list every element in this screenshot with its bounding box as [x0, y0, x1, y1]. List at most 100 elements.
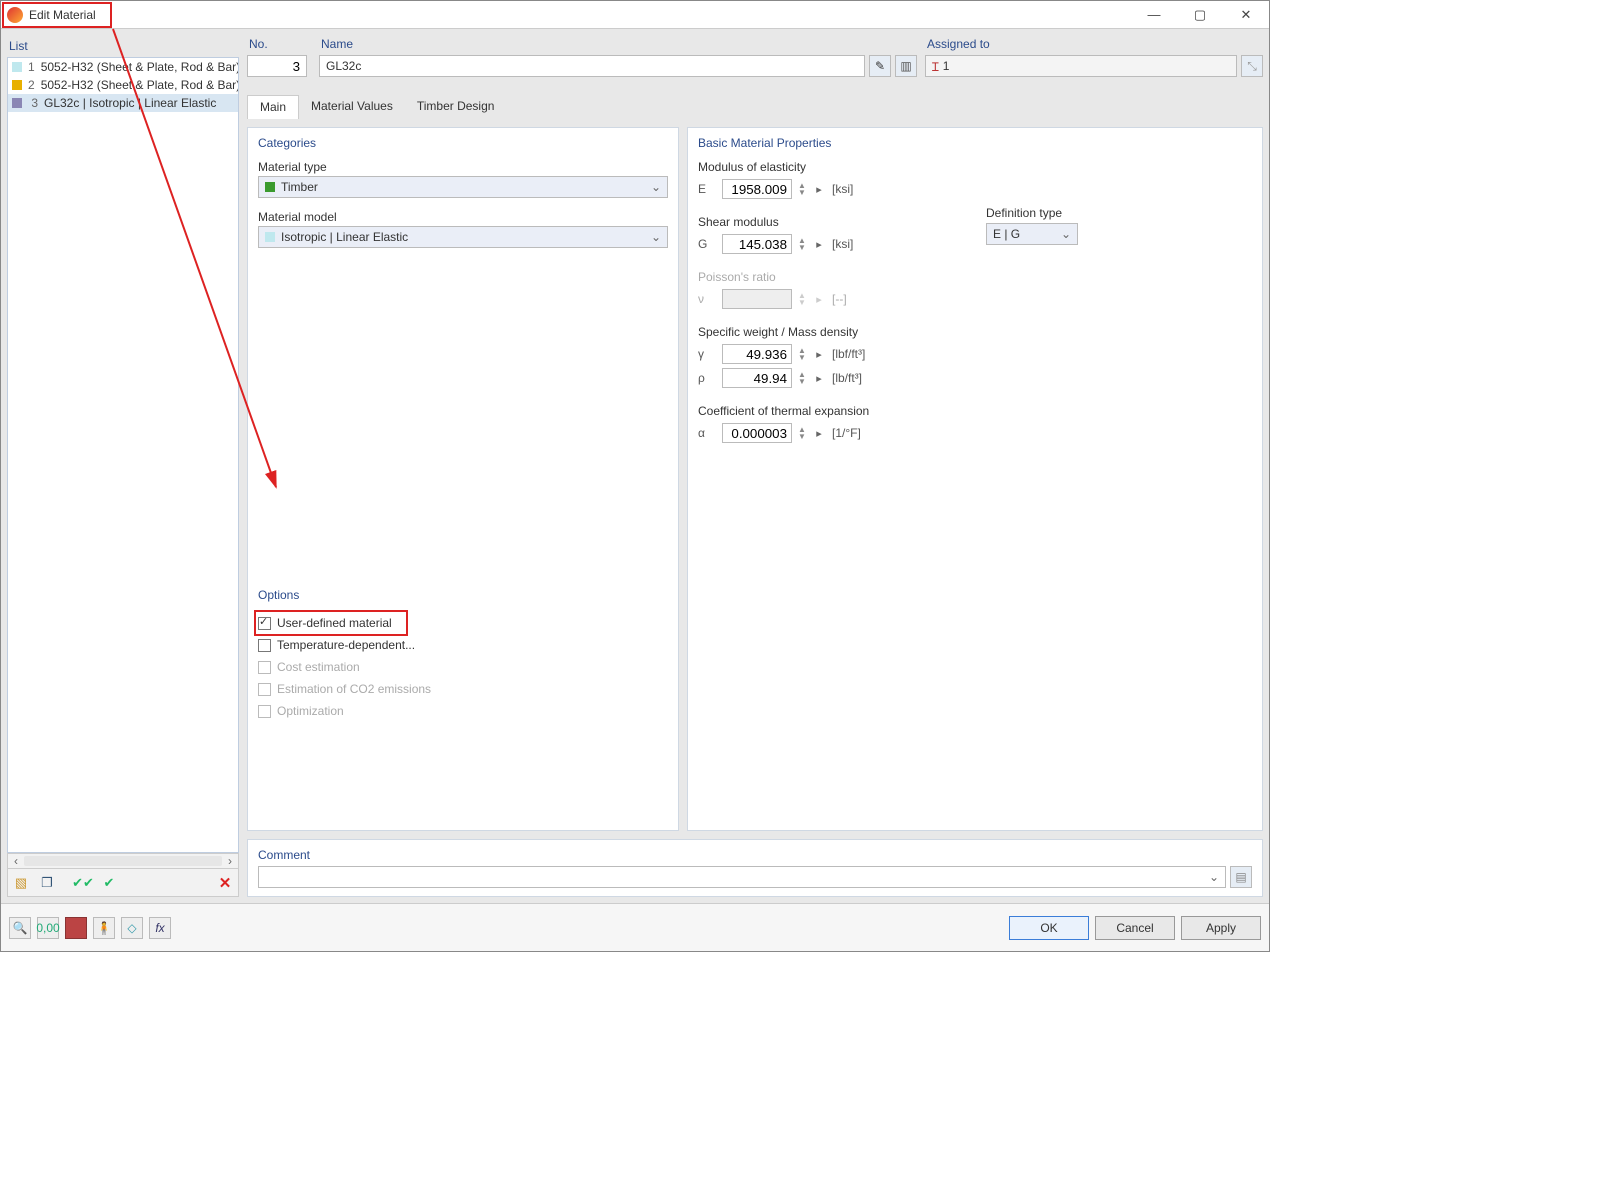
alpha-symbol: α — [698, 426, 718, 440]
name-input[interactable]: GL32c — [319, 55, 865, 77]
user-defined-checkbox[interactable] — [258, 617, 271, 630]
density-input[interactable] — [722, 368, 792, 388]
view-button[interactable]: ◇ — [121, 917, 143, 939]
ok-button[interactable]: OK — [1009, 916, 1089, 940]
list-index: 2 — [28, 78, 35, 92]
chevron-down-icon: ⌄ — [651, 230, 661, 244]
shear-input[interactable] — [722, 234, 792, 254]
horizontal-scrollbar[interactable]: ‹ › — [7, 853, 239, 869]
thermal-input[interactable] — [722, 423, 792, 443]
rho-symbol: ρ — [698, 371, 718, 385]
rho-unit: [lb/ft³] — [832, 371, 862, 385]
pick-assigned-button[interactable]: ⤡ — [1241, 55, 1263, 77]
co2-label: Estimation of CO2 emissions — [277, 682, 431, 696]
scroll-left-icon[interactable]: ‹ — [8, 854, 24, 868]
list-item-label: GL32c | Isotropic | Linear Elastic — [44, 96, 216, 110]
color-swatch-icon — [12, 98, 22, 108]
color-swatch-icon — [12, 62, 22, 72]
copy-item-button[interactable]: ❐ — [36, 872, 58, 894]
color-button[interactable] — [65, 917, 87, 939]
gamma-symbol: γ — [698, 347, 718, 361]
e-unit: [ksi] — [832, 182, 853, 196]
optimization-checkbox — [258, 705, 271, 718]
comment-label: Comment — [258, 848, 1252, 862]
minimize-button[interactable]: — — [1131, 1, 1177, 29]
temperature-checkbox[interactable] — [258, 639, 271, 652]
check-all-button[interactable]: ✔✔ — [72, 872, 94, 894]
app-icon — [7, 7, 23, 23]
specific-weight-input[interactable] — [722, 344, 792, 364]
link-icon: ▸ — [812, 293, 826, 306]
material-model-select[interactable]: Isotropic | Linear Elastic ⌄ — [258, 226, 668, 248]
material-model-value: Isotropic | Linear Elastic — [281, 230, 408, 244]
optimization-label: Optimization — [277, 704, 344, 718]
check-single-button[interactable]: ✔ — [98, 872, 120, 894]
scroll-track[interactable] — [24, 856, 222, 866]
stepper-icon[interactable]: ▲▼ — [796, 344, 808, 364]
v-symbol: ν — [698, 292, 718, 306]
chevron-down-icon: ⌄ — [1061, 227, 1071, 241]
material-type-label: Material type — [258, 160, 668, 174]
tab-main[interactable]: Main — [247, 95, 299, 119]
material-type-select[interactable]: Timber ⌄ — [258, 176, 668, 198]
delete-item-button[interactable]: ✕ — [214, 872, 236, 894]
user-defined-checkbox-row[interactable]: User-defined material — [258, 612, 668, 634]
stepper-icon[interactable]: ▲▼ — [796, 368, 808, 388]
definition-type-label: Definition type — [986, 206, 1274, 220]
units-button[interactable]: 0,00 — [37, 917, 59, 939]
apply-button[interactable]: Apply — [1181, 916, 1261, 940]
co2-checkbox-row: Estimation of CO2 emissions — [258, 678, 668, 700]
model-swatch-icon — [265, 232, 275, 242]
link-icon[interactable]: ▸ — [812, 183, 826, 196]
tab-timber-design[interactable]: Timber Design — [405, 95, 507, 119]
definition-type-select[interactable]: E | G ⌄ — [986, 223, 1078, 245]
scroll-right-icon[interactable]: › — [222, 854, 238, 868]
stepper-icon[interactable]: ▲▼ — [796, 423, 808, 443]
modulus-input[interactable] — [722, 179, 792, 199]
categories-title: Categories — [258, 136, 668, 150]
link-icon[interactable]: ▸ — [812, 238, 826, 251]
options-title: Options — [258, 588, 668, 602]
no-input[interactable] — [247, 55, 307, 77]
definition-type-value: E | G — [993, 227, 1020, 241]
list-index: 3 — [28, 96, 38, 110]
chevron-down-icon: ⌄ — [651, 180, 661, 194]
v-unit: [--] — [832, 292, 847, 306]
modulus-label: Modulus of elasticity — [698, 160, 958, 174]
e-symbol: E — [698, 182, 718, 196]
close-window-button[interactable]: ✕ — [1223, 1, 1269, 29]
comment-pick-button[interactable]: ▤ — [1230, 866, 1252, 888]
link-icon[interactable]: ▸ — [812, 427, 826, 440]
cancel-button[interactable]: Cancel — [1095, 916, 1175, 940]
assigned-input[interactable]: Ɪ 1 — [925, 55, 1237, 77]
alpha-unit: [1/°F] — [832, 426, 861, 440]
shear-label: Shear modulus — [698, 215, 958, 229]
title-bar: Edit Material — ▢ ✕ — [1, 1, 1269, 29]
library-button[interactable]: ▥ — [895, 55, 917, 77]
material-list[interactable]: 1 5052-H32 (Sheet & Plate, Rod & Bar) | … — [7, 57, 239, 853]
function-button[interactable]: fx — [149, 917, 171, 939]
list-item-label: 5052-H32 (Sheet & Plate, Rod & Bar) | Is… — [41, 78, 238, 92]
cost-checkbox — [258, 661, 271, 674]
maximize-button[interactable]: ▢ — [1177, 1, 1223, 29]
edit-name-button[interactable]: ✎ — [869, 55, 891, 77]
tab-material-values[interactable]: Material Values — [299, 95, 405, 119]
list-item[interactable]: 3 GL32c | Isotropic | Linear Elastic — [8, 94, 238, 112]
material-model-label: Material model — [258, 210, 668, 224]
help-button[interactable]: 🔍 — [9, 917, 31, 939]
poisson-label: Poisson's ratio — [698, 270, 958, 284]
thermal-label: Coefficient of thermal expansion — [698, 404, 958, 418]
no-label: No. — [247, 35, 311, 55]
comment-input[interactable]: ⌄ — [258, 866, 1226, 888]
list-item[interactable]: 1 5052-H32 (Sheet & Plate, Rod & Bar) | … — [8, 58, 238, 76]
temperature-label: Temperature-dependent... — [277, 638, 415, 652]
temperature-checkbox-row[interactable]: Temperature-dependent... — [258, 634, 668, 656]
link-icon[interactable]: ▸ — [812, 348, 826, 361]
tree-button[interactable]: 🧍 — [93, 917, 115, 939]
list-item[interactable]: 2 5052-H32 (Sheet & Plate, Rod & Bar) | … — [8, 76, 238, 94]
edit-material-dialog: Edit Material — ▢ ✕ List 1 5052-H32 (She… — [0, 0, 1270, 952]
new-item-button[interactable]: ▧ — [10, 872, 32, 894]
link-icon[interactable]: ▸ — [812, 372, 826, 385]
stepper-icon[interactable]: ▲▼ — [796, 179, 808, 199]
stepper-icon[interactable]: ▲▼ — [796, 234, 808, 254]
